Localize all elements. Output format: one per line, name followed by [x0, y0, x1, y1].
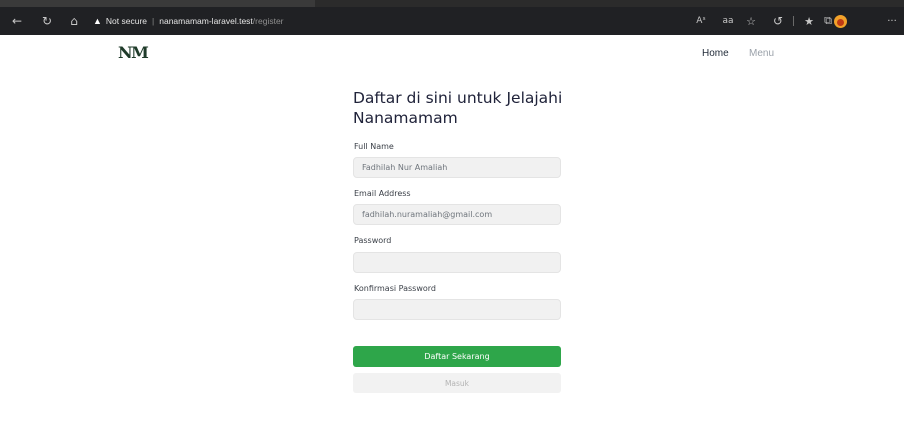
home-icon[interactable]: ⌂	[65, 12, 83, 30]
full-name-field[interactable]: Fadhilah Nur Amaliah	[353, 157, 561, 178]
password-label: Password	[354, 236, 392, 245]
full-name-label: Full Name	[354, 142, 394, 151]
active-tab[interactable]	[0, 0, 315, 7]
address-separator: |	[152, 16, 155, 26]
back-icon[interactable]: ←	[8, 12, 26, 30]
toolbar-divider	[793, 16, 794, 26]
login-button[interactable]: Masuk	[353, 373, 561, 393]
more-icon[interactable]: ···	[884, 12, 900, 30]
browser-toolbar: ← ↻ ⌂ ▲ Not secure | nanamamam-laravel.t…	[0, 7, 904, 35]
address-host: nanamamam-laravel.test	[159, 16, 253, 26]
nav-home-link[interactable]: Home	[702, 48, 729, 59]
refresh-icon[interactable]: ↻	[38, 12, 56, 30]
translate-icon[interactable]: aа	[720, 12, 736, 30]
register-button[interactable]: Daftar Sekarang	[353, 346, 561, 367]
tab-strip	[0, 0, 904, 7]
favorites-icon[interactable]: ★	[801, 12, 817, 30]
site-logo[interactable]: NM	[118, 43, 149, 62]
nav-menu-link[interactable]: Menu	[749, 48, 774, 59]
extensions-icon[interactable]: ↺	[770, 12, 786, 30]
address-path: /register	[252, 16, 284, 26]
page-title: Daftar di sini untuk Jelajahi Nanamamam	[353, 89, 563, 127]
email-field[interactable]: fadhilah.nuramaliah@gmail.com	[353, 204, 561, 225]
warning-icon: ▲	[93, 16, 102, 26]
password-field[interactable]	[353, 252, 561, 273]
email-label: Email Address	[354, 189, 411, 198]
address-bar[interactable]: ▲ Not secure | nanamamam-laravel.test/re…	[93, 11, 284, 31]
read-aloud-icon[interactable]: Aˢ	[693, 12, 709, 30]
confirm-password-label: Konfirmasi Password	[354, 284, 436, 293]
security-warning[interactable]: Not secure	[106, 16, 147, 26]
profile-icon[interactable]	[834, 15, 847, 28]
favorites-add-icon[interactable]: ☆	[743, 12, 759, 30]
confirm-password-field[interactable]	[353, 299, 561, 320]
